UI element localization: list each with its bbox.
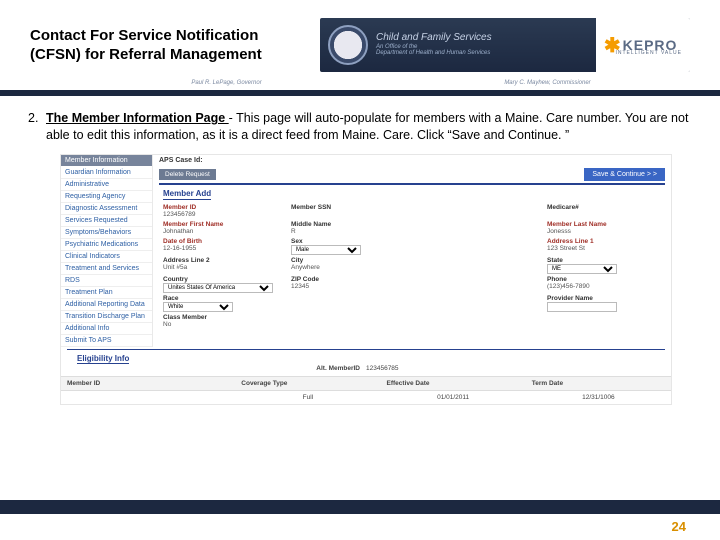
sidebar-item[interactable]: Requesting Agency xyxy=(61,191,152,203)
sidebar-item[interactable]: RDS xyxy=(61,275,152,287)
sidebar-item[interactable]: Additional Reporting Data xyxy=(61,299,152,311)
eligibility-table: Member ID Coverage Type Effective Date T… xyxy=(61,376,671,404)
section-header-member-add: Member Add xyxy=(163,189,211,200)
step-2: 2. The Member Information Page - This pa… xyxy=(28,110,692,144)
field-label: State xyxy=(547,257,661,264)
table-cell xyxy=(61,391,235,404)
save-continue-button[interactable]: Save & Continue > > xyxy=(584,168,665,181)
state-select[interactable]: ME xyxy=(547,264,617,274)
field-value: Unit #5a xyxy=(163,264,277,272)
alt-member-label: Alt. MemberID xyxy=(71,365,366,372)
alt-member-value: 123456785 xyxy=(366,365,661,372)
field-label: Address Line 2 xyxy=(163,257,277,264)
section-header-eligibility: Eligibility Info xyxy=(67,349,665,365)
slide-body: 2. The Member Information Page - This pa… xyxy=(0,96,720,405)
sidebar-item[interactable]: Services Requested xyxy=(61,215,152,227)
race-select[interactable]: White xyxy=(163,302,233,312)
sidebar-item[interactable]: Diagnostic Assessment xyxy=(61,203,152,215)
sidebar-item[interactable]: Transition Discharge Plan xyxy=(61,311,152,323)
governor-name: Paul R. LePage, Governor xyxy=(191,80,261,86)
agency-text: Child and Family Services An Office of t… xyxy=(376,33,492,56)
sidebar-item[interactable]: Additional Info xyxy=(61,323,152,335)
field-value xyxy=(291,211,405,219)
field-label: City xyxy=(291,257,405,264)
field-label: Member SSN xyxy=(291,204,405,211)
col-header: Member ID xyxy=(61,376,235,391)
field-value: No xyxy=(163,321,277,329)
state-seal-icon xyxy=(328,25,368,65)
table-cell: 01/01/2011 xyxy=(381,391,526,404)
step-heading: The Member Information Page xyxy=(46,111,229,125)
field-label: ZIP Code xyxy=(291,276,405,283)
sidebar-item[interactable]: Treatment Plan xyxy=(61,287,152,299)
field-label: Sex xyxy=(291,238,405,245)
step-text: The Member Information Page - This page … xyxy=(46,110,692,144)
sidebar-item[interactable]: Submit To APS xyxy=(61,335,152,347)
field-value: Anywhere xyxy=(291,264,405,272)
commissioner-name: Mary C. Mayhew, Commissioner xyxy=(504,80,590,86)
main-panel: APS Case Id: Delete Request Save & Conti… xyxy=(153,155,671,347)
field-label: Member Last Name xyxy=(547,221,661,228)
sidebar-item[interactable]: Administrative xyxy=(61,179,152,191)
field-label: Class Member xyxy=(163,314,277,321)
sidebar-item[interactable]: Psychiatric Medications xyxy=(61,239,152,251)
sex-select[interactable]: Male xyxy=(291,245,361,255)
aps-case-id-label: APS Case Id: xyxy=(159,157,203,164)
sidebar-header: Member Information xyxy=(61,155,152,167)
country-select[interactable]: Unites States Of America xyxy=(163,283,273,293)
provider-input[interactable] xyxy=(547,302,617,312)
member-fields-grid: Member ID123456789 Member SSN Medicare# … xyxy=(153,202,671,335)
top-bar: APS Case Id: xyxy=(153,155,671,166)
field-label: Race xyxy=(163,295,277,302)
table-cell: 12/31/1006 xyxy=(526,391,671,404)
field-value: Johnathan xyxy=(163,228,277,236)
field-label: Member First Name xyxy=(163,221,277,228)
table-cell: Full xyxy=(235,391,380,404)
section-rule xyxy=(159,183,665,185)
field-label: Country xyxy=(163,276,277,283)
field-label: Provider Name xyxy=(547,295,661,302)
field-value: Jonesss xyxy=(547,228,661,236)
sidebar-item[interactable]: Clinical Indicators xyxy=(61,251,152,263)
field-label: Address Line 1 xyxy=(547,238,661,245)
field-value: 12-16-1955 xyxy=(163,245,277,253)
col-header: Term Date xyxy=(526,376,671,391)
alt-member-row: Alt. MemberID 123456785 xyxy=(61,365,671,376)
field-label: Medicare# xyxy=(547,204,661,211)
field-value: (123)456-7890 xyxy=(547,283,661,291)
field-value: 12345 xyxy=(291,283,405,291)
field-label: Member ID xyxy=(163,204,277,211)
officials-row: Paul R. LePage, Governor Mary C. Mayhew,… xyxy=(0,80,720,86)
field-value: R xyxy=(291,228,405,236)
sidebar-item[interactable]: Symptoms/Behaviors xyxy=(61,227,152,239)
kepro-logo: ✱ KEPRO INTELLIGENT VALUE xyxy=(596,18,690,72)
field-label: Phone xyxy=(547,276,661,283)
title-line2: (CFSN) for Referral Management xyxy=(30,45,320,65)
sidebar: Member Information Guardian Information … xyxy=(61,155,153,347)
field-label: Middle Name xyxy=(291,221,405,228)
agency-banner: Child and Family Services An Office of t… xyxy=(320,18,690,72)
col-header: Coverage Type xyxy=(235,376,380,391)
agency-sub2: Department of Health and Human Services xyxy=(376,50,492,56)
footer-divider xyxy=(0,500,720,514)
field-label: Date of Birth xyxy=(163,238,277,245)
agency-name: Child and Family Services xyxy=(376,32,492,43)
page-number: 24 xyxy=(672,519,686,534)
kepro-tagline: INTELLIGENT VALUE xyxy=(615,50,682,56)
col-header: Effective Date xyxy=(381,376,526,391)
sidebar-item[interactable]: Guardian Information xyxy=(61,167,152,179)
delete-request-button[interactable]: Delete Request xyxy=(159,169,216,180)
field-value: 123456789 xyxy=(163,211,277,219)
title-block: Contact For Service Notification (CFSN) … xyxy=(30,26,320,65)
step-number: 2. xyxy=(28,110,46,144)
field-value: 123 Street St xyxy=(547,245,661,253)
field-value xyxy=(547,211,661,219)
embedded-screenshot: Member Information Guardian Information … xyxy=(60,154,672,405)
title-line1: Contact For Service Notification xyxy=(30,26,320,46)
sidebar-item[interactable]: Treatment and Services xyxy=(61,263,152,275)
slide-header: Contact For Service Notification (CFSN) … xyxy=(0,0,720,80)
